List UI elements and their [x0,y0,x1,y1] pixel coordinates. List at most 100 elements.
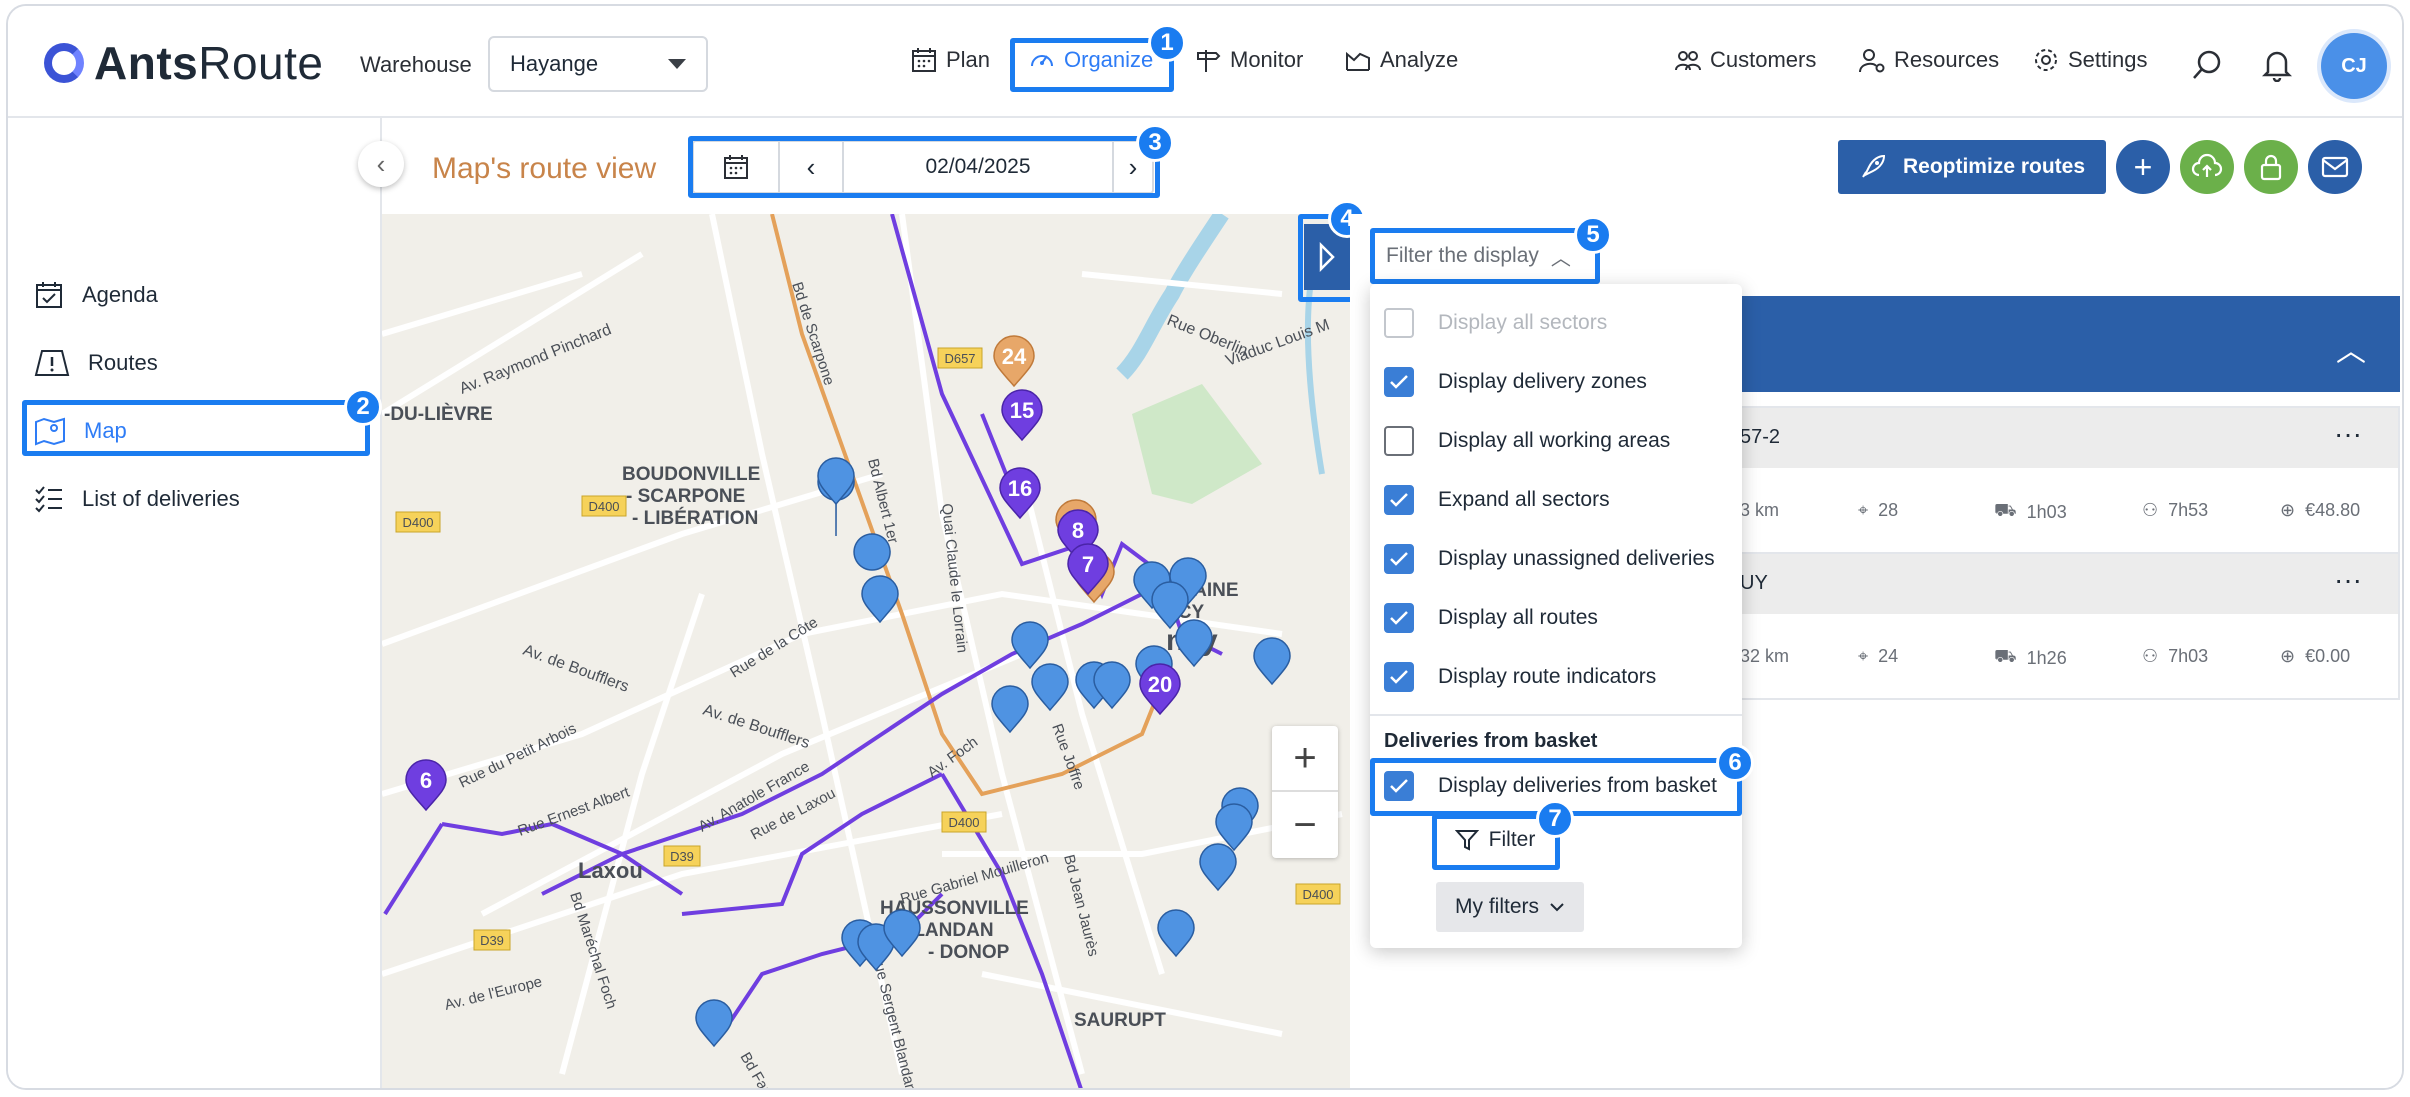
route-stop-marker[interactable]: 15 [1001,389,1043,442]
logo-text-bold: Ants [94,37,199,89]
delivery-pin[interactable] [1199,843,1237,892]
route-cost: ⊕ €48.80 [2280,500,2360,521]
route-stop-marker[interactable]: 24 [993,335,1035,388]
option-display-unassigned-deliveries[interactable]: Display unassigned deliveries [1384,544,1715,574]
route-name: 57-2 [1740,426,1781,448]
person-icon: ⚇ [2142,646,2159,666]
delivery-pin[interactable] [1157,909,1195,958]
lock-icon [2260,154,2282,181]
option-display-route-indicators[interactable]: Display route indicators [1384,662,1656,692]
routes-group-header[interactable]: ︿ [1738,296,2400,392]
bell-icon[interactable] [2262,48,2292,82]
my-filters-button[interactable]: My filters [1436,882,1584,932]
map-label: BOUDONVILLE [622,464,760,485]
road-shield-label: D657 [944,351,975,366]
warning-road-icon [34,350,70,376]
map-label: Av. Foch [924,734,981,782]
my-filters-label: My filters [1455,895,1539,918]
antsroute-logo[interactable]: AntsRoute [44,36,323,90]
nav-monitor-label: Monitor [1230,47,1304,72]
nav-monitor[interactable]: Monitor [1194,46,1303,74]
current-date: 02/04/2025 [844,142,1114,192]
zoom-control: + − [1272,726,1338,858]
delivery-pin[interactable] [1031,663,1069,712]
location-pin-icon: ⌖ [1858,646,1869,666]
delivery-pin[interactable] [1215,803,1253,852]
checkbox-checked[interactable] [1384,603,1414,633]
delivery-pin[interactable] [1175,619,1213,668]
map-label: - LIBÉRATION [632,507,758,529]
sidebar-item-agenda[interactable]: Agenda [34,270,158,320]
delivery-pin[interactable] [853,533,891,571]
nav-organize-label: Organize [1064,47,1154,72]
route-card[interactable]: 57-2 ··· 3 km ⌖ 28 ⛟ 1h03 ⚇ 7h53 ⊕ €48.80 [1738,406,2400,554]
map-label: Av. de Boufflers [521,642,631,696]
reoptimize-routes-button[interactable]: Reoptimize routes [1838,140,2106,194]
checkbox-checked[interactable] [1384,771,1414,801]
car-icon: ⛟ [1994,646,2017,666]
checkbox-unchecked[interactable] [1384,426,1414,456]
warehouse-select[interactable]: Hayange [488,36,708,92]
sidebar-item-routes[interactable]: Routes [34,338,158,388]
option-display-all-routes[interactable]: Display all routes [1384,603,1598,633]
option-display-delivery-zones[interactable]: Display delivery zones [1384,367,1647,397]
add-button[interactable]: + [2116,140,2170,194]
option-display-deliveries-from-basket[interactable]: Display deliveries from basket [1384,771,1717,801]
sidebar-item-map[interactable]: Map [34,406,127,456]
option-expand-all-sectors[interactable]: Expand all sectors [1384,485,1610,515]
route-map[interactable]: D400 D400 D400 D400 D39 D39 D657 -DU-LIÈ… [382,214,1350,1088]
stop-number: 8 [1072,518,1084,543]
collapse-sidebar-button[interactable]: ‹ [358,141,404,187]
nav-settings[interactable]: Settings [2032,46,2148,74]
option-display-all-sectors[interactable]: Display all sectors [1384,308,1607,338]
route-card[interactable]: UY ··· 32 km ⌖ 24 ⛟ 1h26 ⚇ 7h03 ⊕ €0.00 [1738,552,2400,700]
nav-customers[interactable]: Customers [1674,46,1816,74]
route-stop-marker[interactable]: 6 [405,759,447,812]
delivery-pin[interactable] [695,999,733,1048]
delivery-pin[interactable] [1253,637,1291,686]
arrow-down-circle-icon: ⊕ [2280,500,2296,520]
nav-analyze[interactable]: Analyze [1344,46,1458,74]
checkbox-checked[interactable] [1384,367,1414,397]
route-cost-value: €0.00 [2305,646,2351,666]
route-stop-marker[interactable]: 20 [1139,663,1181,716]
rocket-icon [1862,154,1885,178]
checkbox-checked[interactable] [1384,662,1414,692]
checkbox-checked[interactable] [1384,544,1414,574]
step-badge-7: 7 [1536,800,1574,838]
checkbox-checked[interactable] [1384,485,1414,515]
canal [1304,273,1325,475]
stop-number: 24 [1002,344,1027,369]
delivery-pin[interactable] [1011,621,1049,670]
delivery-pin[interactable] [991,685,1029,734]
search-icon[interactable] [2190,48,2224,82]
check-icon [1390,552,1408,566]
sidebar-item-list-of-deliveries[interactable]: List of deliveries [34,474,240,524]
previous-day-button[interactable]: ‹ [780,142,844,192]
nav-resources[interactable]: Resources [1858,46,1999,74]
road-shield-label: D39 [670,849,694,864]
filter-display-toggle[interactable]: Filter the display ︿ [1376,234,1596,278]
map-label: Rue Joffre [1048,722,1088,793]
email-button[interactable] [2308,140,2362,194]
user-avatar[interactable]: CJ [2321,33,2387,99]
date-picker-button[interactable] [694,142,780,192]
lock-button[interactable] [2244,140,2298,194]
map-label: Av. de Boufflers [701,702,812,753]
filter-button-label: Filter [1488,828,1536,851]
delivery-pin[interactable] [817,457,855,506]
checkbox-unchecked[interactable] [1384,308,1414,338]
option-display-all-working-areas[interactable]: Display all working areas [1384,426,1670,456]
zoom-out-button[interactable]: − [1272,792,1338,858]
warehouse-value: Hayange [510,51,599,76]
nav-organize[interactable]: Organize [1028,46,1153,74]
more-options-icon[interactable]: ··· [2334,418,2362,450]
check-icon [1390,670,1408,684]
filter-dropdown: Display all sectors Display delivery zon… [1370,284,1742,948]
plus-icon: + [2133,148,2153,185]
option-label: Display route indicators [1438,665,1657,688]
zoom-in-button[interactable]: + [1272,726,1338,792]
upload-cloud-button[interactable] [2180,140,2234,194]
nav-plan[interactable]: Plan [910,46,990,74]
more-options-icon[interactable]: ··· [2334,564,2362,596]
